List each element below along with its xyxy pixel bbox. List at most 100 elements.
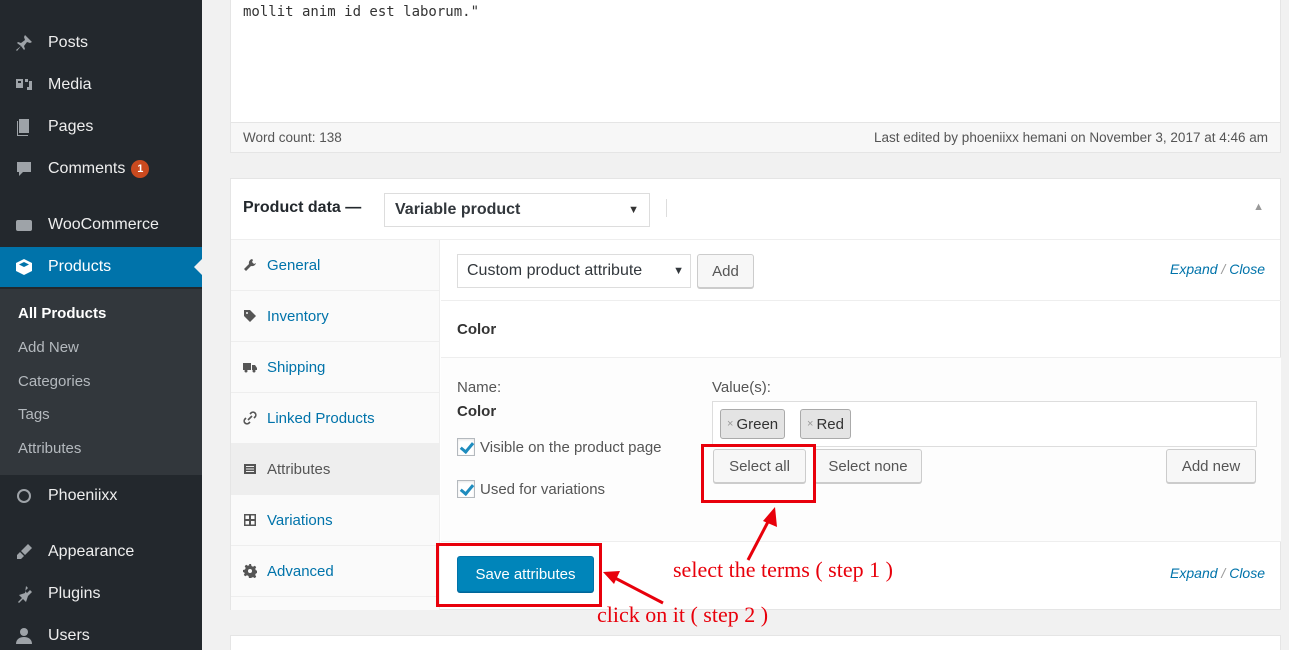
menu-label: Users	[48, 627, 90, 644]
editor-text[interactable]: mollit anim id est laborum."	[243, 4, 479, 20]
product-data-header: Product data — Variable product ▼ ▲	[231, 179, 1280, 240]
menu-label: Appearance	[48, 543, 135, 560]
expand-link[interactable]: Expand	[1170, 261, 1217, 277]
expand-close-links: Expand / Close	[1170, 565, 1265, 581]
menu-label: WooCommerce	[48, 216, 159, 233]
menu-woocommerce[interactable]: WooCommerce	[0, 205, 202, 245]
tab-general[interactable]: General	[231, 240, 440, 291]
chevron-down-icon: ▼	[673, 265, 684, 277]
checkbox-label: Used for variations	[480, 480, 606, 498]
product-data-box: Product data — Variable product ▼ ▲ Gene…	[230, 178, 1281, 610]
link-separator: /	[1221, 565, 1226, 581]
grid-icon	[243, 513, 257, 527]
comments-count-badge: 1	[131, 160, 150, 178]
pages-icon	[0, 117, 48, 137]
link-separator: /	[1221, 261, 1226, 277]
next-metabox	[230, 635, 1281, 650]
menu-label: Plugins	[48, 585, 101, 602]
product-data-title: Product data —	[243, 199, 362, 216]
step1-annotation: select the terms ( step 1 )	[673, 557, 893, 582]
attribute-body: Name: Color Value(s): × Green × Red Visi…	[441, 358, 1281, 542]
tab-inventory[interactable]: Inventory	[231, 291, 440, 342]
tab-label: Attributes	[267, 460, 331, 478]
menu-phoeniixx[interactable]: Phoeniixx	[0, 476, 202, 516]
menu-comments[interactable]: Comments 1	[0, 149, 202, 189]
attribute-taxonomy-select[interactable]: Custom product attribute ▼	[457, 254, 691, 288]
attributes-toolbar: Custom product attribute ▼ Add Expand / …	[441, 240, 1281, 301]
tab-attributes[interactable]: Attributes	[231, 444, 440, 495]
products-submenu: All Products Add New Categories Tags Att…	[0, 289, 202, 475]
tab-linked-products[interactable]: Linked Products	[231, 393, 440, 444]
menu-pages[interactable]: Pages	[0, 107, 202, 147]
users-icon	[0, 626, 48, 646]
used-for-variations-checkbox[interactable]: Used for variations	[457, 480, 605, 498]
step1-highlight-box	[701, 444, 816, 503]
woo-icon	[0, 215, 48, 235]
expand-link[interactable]: Expand	[1170, 565, 1217, 581]
truck-icon	[243, 360, 257, 374]
add-new-term-button[interactable]: Add new	[1166, 449, 1256, 483]
select-none-button[interactable]: Select none	[814, 449, 922, 483]
tab-label: Inventory	[267, 307, 329, 325]
products-icon	[0, 257, 48, 277]
name-label: Name:	[457, 379, 502, 396]
divider	[666, 199, 667, 217]
menu-appearance[interactable]: Appearance	[0, 532, 202, 572]
checkbox-label: Visible on the product page	[480, 438, 662, 456]
visible-on-product-page-checkbox[interactable]: Visible on the product page	[457, 438, 662, 456]
brush-icon	[0, 542, 48, 562]
checkbox-checked[interactable]	[457, 480, 475, 498]
tag-icon	[243, 309, 257, 323]
step2-annotation: click on it ( step 2 )	[597, 602, 769, 627]
menu-products[interactable]: Products	[0, 247, 202, 287]
submenu-tags[interactable]: Tags	[18, 406, 50, 423]
product-type-value: Variable product	[395, 201, 521, 218]
tab-label: Advanced	[267, 562, 334, 580]
values-label: Value(s):	[712, 379, 771, 396]
tab-variations[interactable]: Variations	[231, 495, 440, 546]
menu-users[interactable]: Users	[0, 616, 202, 650]
remove-icon[interactable]: ×	[727, 418, 733, 430]
value-token-green[interactable]: × Green	[720, 409, 786, 439]
tab-label: General	[267, 256, 321, 274]
remove-icon[interactable]: ×	[807, 418, 813, 430]
attribute-title: Color	[457, 320, 497, 338]
checkbox-checked[interactable]	[457, 438, 475, 456]
attribute-name-value: Color	[457, 403, 497, 420]
attribute-header[interactable]: Color	[441, 301, 1281, 358]
token-label: Red	[816, 415, 844, 433]
value-token-red[interactable]: × Red	[800, 409, 851, 439]
chevron-down-icon: ▼	[628, 204, 639, 216]
submenu-add-new[interactable]: Add New	[18, 339, 79, 356]
product-type-select[interactable]: Variable product ▼	[384, 193, 650, 227]
menu-media[interactable]: Media	[0, 65, 202, 105]
menu-plugins[interactable]: Plugins	[0, 574, 202, 614]
close-link[interactable]: Close	[1229, 565, 1265, 581]
menu-label: Comments	[48, 160, 126, 177]
tab-label: Shipping	[267, 358, 326, 376]
product-data-tabs: General Inventory Shipping Linked Produc…	[231, 240, 440, 610]
tab-shipping[interactable]: Shipping	[231, 342, 440, 393]
add-attribute-button[interactable]: Add	[697, 254, 754, 288]
collapse-toggle-icon[interactable]: ▲	[1253, 201, 1264, 213]
pin-icon	[0, 33, 48, 53]
media-icon	[0, 75, 48, 95]
plugin-icon	[0, 584, 48, 604]
link-icon	[243, 411, 257, 425]
submenu-categories[interactable]: Categories	[18, 373, 91, 390]
phoeniixx-icon	[0, 486, 48, 506]
comments-icon	[0, 159, 48, 179]
tab-advanced[interactable]: Advanced	[231, 546, 440, 597]
token-label: Green	[736, 415, 779, 433]
close-link[interactable]: Close	[1229, 261, 1265, 277]
word-count: Word count: 138	[243, 130, 342, 145]
values-multiselect[interactable]: × Green × Red	[712, 401, 1257, 447]
menu-label: Products	[48, 258, 112, 275]
step2-highlight-box	[436, 543, 602, 607]
menu-posts[interactable]: Posts	[0, 23, 202, 63]
menu-label: Media	[48, 76, 92, 93]
menu-label: Posts	[48, 34, 89, 51]
submenu-attributes[interactable]: Attributes	[18, 440, 81, 457]
submenu-all-products[interactable]: All Products	[18, 305, 106, 322]
menu-label: Pages	[48, 118, 94, 135]
